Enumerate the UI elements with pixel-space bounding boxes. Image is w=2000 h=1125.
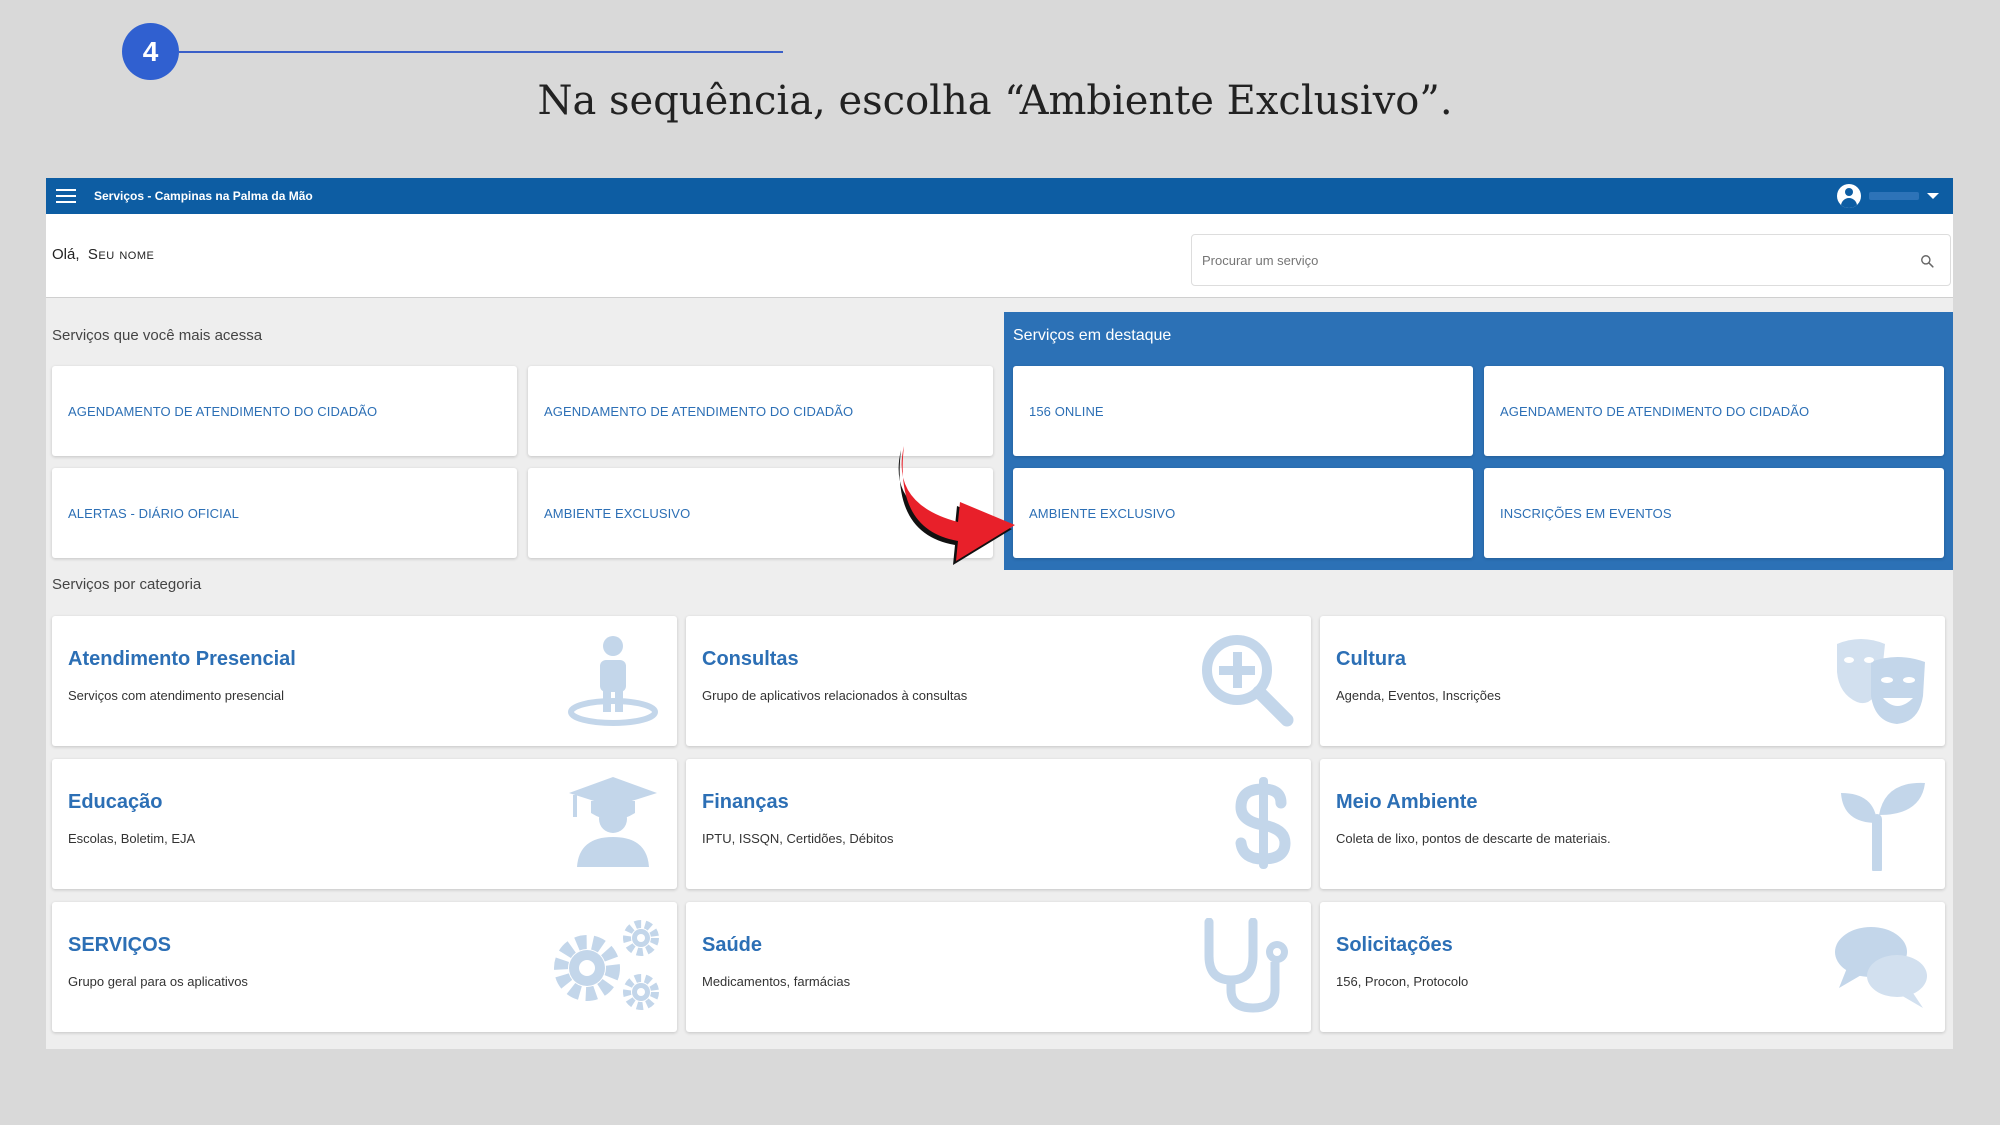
person-location-icon bbox=[568, 636, 658, 726]
graduate-icon bbox=[569, 777, 657, 867]
category-card[interactable]: Consultas Grupo de aplicativos relaciona… bbox=[686, 616, 1311, 746]
featured-services-panel: Serviços em destaque 156 ONLINE AGENDAME… bbox=[1004, 312, 1953, 570]
category-subtitle: Grupo de aplicativos relacionados à cons… bbox=[702, 688, 968, 703]
featured-card[interactable]: 156 ONLINE bbox=[1013, 366, 1473, 456]
category-card[interactable]: Saúde Medicamentos, farmácias bbox=[686, 902, 1311, 1032]
card-label: INSCRIÇÕES EM EVENTOS bbox=[1500, 505, 1672, 521]
categories-title: Serviços por categoria bbox=[52, 576, 202, 593]
card-label: AGENDAMENTO DE ATENDIMENTO DO CIDADÃO bbox=[68, 403, 378, 419]
category-title: Solicitações bbox=[1336, 934, 1453, 956]
theater-masks-icon bbox=[1837, 639, 1925, 724]
app-title: Serviços - Campinas na Palma da Mão bbox=[94, 189, 313, 203]
user-menu[interactable] bbox=[1837, 184, 1939, 208]
category-title: Cultura bbox=[1336, 648, 1406, 670]
stethoscope-icon bbox=[1204, 918, 1288, 1013]
card-label: AGENDAMENTO DE ATENDIMENTO DO CIDADÃO bbox=[544, 403, 854, 419]
category-title: Consultas bbox=[702, 648, 799, 670]
category-title: Saúde bbox=[702, 934, 763, 956]
greeting-bar: Olá, Seu nome bbox=[46, 214, 1953, 298]
chat-bubbles-icon bbox=[1835, 927, 1927, 1008]
search-icon[interactable] bbox=[1920, 254, 1934, 268]
category-card[interactable]: SERVIÇOS Grupo geral para os aplicativos bbox=[52, 902, 677, 1032]
top-app-bar: Serviços - Campinas na Palma da Mão bbox=[46, 178, 1953, 214]
seedling-icon bbox=[1841, 782, 1925, 871]
step-instruction: Na sequência, escolha “Ambiente Exclusiv… bbox=[537, 78, 1453, 124]
category-title: Atendimento Presencial bbox=[68, 648, 296, 670]
category-title: SERVIÇOS bbox=[68, 934, 171, 956]
category-title: Finanças bbox=[702, 791, 789, 813]
step-divider-line bbox=[179, 51, 783, 53]
category-subtitle: Coleta de lixo, pontos de descarte de ma… bbox=[1336, 831, 1611, 846]
category-title: Meio Ambiente bbox=[1336, 791, 1478, 813]
account-circle-icon bbox=[1837, 184, 1861, 208]
category-subtitle: Agenda, Eventos, Inscrições bbox=[1336, 688, 1501, 703]
search-input[interactable] bbox=[1202, 249, 1882, 271]
step-number-badge: 4 bbox=[122, 23, 179, 80]
dollar-icon bbox=[1235, 777, 1291, 869]
card-label: 156 ONLINE bbox=[1029, 403, 1104, 419]
category-subtitle: IPTU, ISSQN, Certidões, Débitos bbox=[702, 831, 894, 846]
search-box bbox=[1191, 234, 1951, 286]
caret-down-icon bbox=[1927, 193, 1939, 199]
featured-card-ambiente-exclusivo[interactable]: AMBIENTE EXCLUSIVO bbox=[1013, 468, 1473, 558]
card-label: AMBIENTE EXCLUSIVO bbox=[1029, 505, 1176, 521]
menu-icon[interactable] bbox=[56, 189, 76, 203]
gears-icon bbox=[554, 920, 659, 1010]
most-accessed-card[interactable]: AGENDAMENTO DE ATENDIMENTO DO CIDADÃO bbox=[52, 366, 517, 456]
category-card[interactable]: Finanças IPTU, ISSQN, Certidões, Débitos bbox=[686, 759, 1311, 889]
card-label: AGENDAMENTO DE ATENDIMENTO DO CIDADÃO bbox=[1500, 403, 1810, 419]
category-card[interactable]: Meio Ambiente Coleta de lixo, pontos de … bbox=[1320, 759, 1945, 889]
category-card[interactable]: Solicitações 156, Procon, Protocolo bbox=[1320, 902, 1945, 1032]
greeting-text: Olá, Seu nome bbox=[52, 246, 155, 263]
featured-card[interactable]: INSCRIÇÕES EM EVENTOS bbox=[1484, 468, 1944, 558]
most-accessed-title: Serviços que você mais acessa bbox=[52, 327, 263, 344]
category-card[interactable]: Atendimento Presencial Serviços com aten… bbox=[52, 616, 677, 746]
category-card[interactable]: Educação Escolas, Boletim, EJA bbox=[52, 759, 677, 889]
category-subtitle: Grupo geral para os aplicativos bbox=[68, 974, 248, 989]
zoom-in-icon bbox=[1202, 635, 1294, 727]
category-subtitle: 156, Procon, Protocolo bbox=[1336, 974, 1469, 989]
category-title: Educação bbox=[68, 791, 163, 813]
pointer-arrow-icon bbox=[898, 446, 1015, 565]
category-subtitle: Serviços com atendimento presencial bbox=[68, 688, 285, 703]
card-label: AMBIENTE EXCLUSIVO bbox=[544, 505, 691, 521]
card-label: ALERTAS - DIÁRIO OFICIAL bbox=[68, 505, 239, 521]
category-subtitle: Medicamentos, farmácias bbox=[702, 974, 851, 989]
user-name-redacted bbox=[1869, 192, 1919, 200]
category-card[interactable]: Cultura Agenda, Eventos, Inscrições bbox=[1320, 616, 1945, 746]
app-window: Serviços - Campinas na Palma da Mão Olá,… bbox=[46, 178, 1953, 1049]
featured-card[interactable]: AGENDAMENTO DE ATENDIMENTO DO CIDADÃO bbox=[1484, 366, 1944, 456]
featured-title: Serviços em destaque bbox=[1013, 327, 1172, 344]
category-subtitle: Escolas, Boletim, EJA bbox=[68, 831, 196, 846]
most-accessed-card[interactable]: ALERTAS - DIÁRIO OFICIAL bbox=[52, 468, 517, 558]
